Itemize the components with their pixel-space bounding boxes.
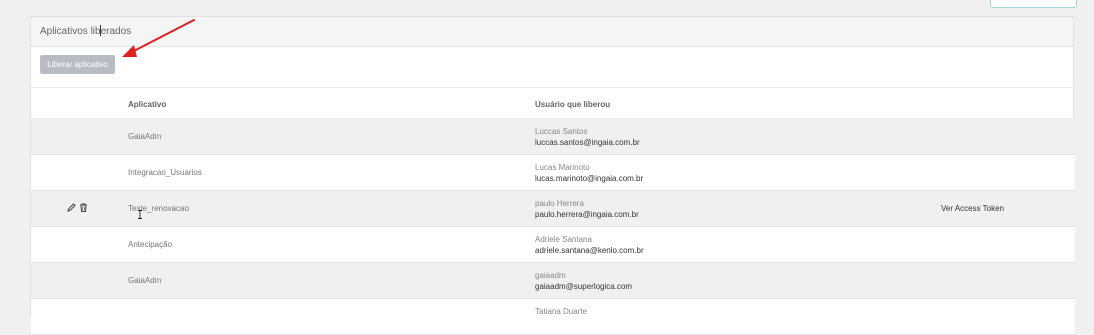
user-cell: Luccas Santos luccas.santos@ingaia.com.b…: [535, 126, 640, 148]
table-row: GaiaAdm Luccas Santos luccas.santos@inga…: [31, 119, 1075, 155]
row-actions: [66, 202, 89, 213]
release-app-button[interactable]: Liberar aplicativo: [40, 55, 115, 74]
table-body: GaiaAdm Luccas Santos luccas.santos@inga…: [31, 119, 1075, 335]
table-header: Aplicativo Usuário que liberou: [31, 87, 1075, 119]
user-name: gaiaadm: [535, 271, 566, 280]
table-row: Tatiana Duarte: [31, 299, 1075, 335]
trash-icon[interactable]: [78, 202, 89, 213]
user-email: lucas.marinoto@ingaia.com.br: [535, 174, 644, 183]
user-name: paulo Herrera: [535, 199, 584, 208]
table-row: Antecipação Adriele Santana adriele.sant…: [31, 227, 1075, 263]
header-user: Usuário que liberou: [535, 100, 611, 109]
user-email: gaiaadm@superlogica.com: [535, 282, 633, 291]
table-row: Integracao_Usuarios Lucas Marinoto lucas…: [31, 155, 1075, 191]
user-cell: Adriele Santana adriele.santana@kenlo.co…: [535, 234, 644, 256]
user-email: luccas.santos@ingaia.com.br: [535, 138, 640, 147]
text-caret: [100, 25, 101, 36]
user-cell: gaiaadm gaiaadm@superlogica.com: [535, 270, 632, 292]
annotation-arrow-icon: [122, 19, 195, 57]
user-cell: Lucas Marinoto lucas.marinoto@ingaia.com…: [535, 162, 643, 184]
pencil-icon[interactable]: [66, 202, 77, 213]
user-name: Lucas Marinoto: [535, 163, 590, 172]
user-name: Luccas Santos: [535, 127, 588, 136]
user-name: Adriele Santana: [535, 235, 592, 244]
top-right-button[interactable]: [990, 0, 1077, 8]
table-row: GaiaAdm gaiaadm gaiaadm@superlogica.com: [31, 263, 1075, 299]
user-email: paulo.herrera@ingaia.com.br: [535, 210, 639, 219]
header-app: Aplicativo: [128, 100, 167, 109]
app-name: Antecipação: [128, 240, 173, 249]
mouse-ibeam-cursor: [137, 210, 143, 219]
app-name: Integracao_Usuarios: [128, 168, 202, 177]
user-email: adriele.santana@kenlo.com.br: [535, 246, 644, 255]
view-access-token-link[interactable]: Ver Access Token: [941, 204, 1004, 213]
user-cell: paulo Herrera paulo.herrera@ingaia.com.b…: [535, 198, 639, 220]
table-row: Teste_renovacao paulo Herrera paulo.herr…: [31, 191, 1075, 227]
apps-table: Aplicativo Usuário que liberou GaiaAdm L…: [31, 87, 1075, 335]
app-name: GaiaAdm: [128, 132, 162, 141]
app-name: GaiaAdm: [128, 276, 162, 285]
